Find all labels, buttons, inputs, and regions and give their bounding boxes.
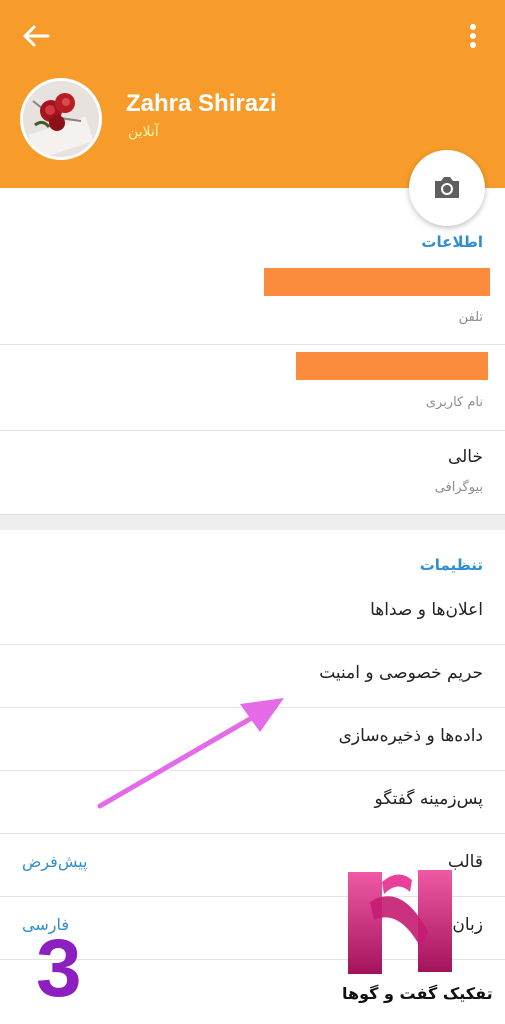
back-button[interactable] [20,22,52,50]
settings-item-label: پس‌زمینه گفتگو [374,789,484,809]
step-number: 3 [36,923,82,1014]
watermark-text: تفکیک گفت و گوها [338,984,497,1003]
settings-item-label: حریم خصوصی و امنیت [319,663,483,683]
section-separator [0,514,505,530]
arrow-left-icon [23,25,50,47]
settings-item-label: اعلان‌ها و صداها [370,600,483,620]
more-vertical-icon [470,24,476,48]
bio-value[interactable]: خالی [448,447,483,467]
username-caption: نام کاربری [425,395,483,410]
divider [0,344,505,345]
phone-caption: تلفن [458,310,483,325]
annotation-arrow-icon [97,698,284,809]
bio-caption: بیوگرافی [434,480,483,495]
profile-name: Zahra Shirazi [126,90,277,117]
settings-item-notifications[interactable]: اعلان‌ها و صداها [0,582,505,644]
avatar[interactable] [20,78,102,160]
online-status: آنلاین [128,124,159,140]
info-section-title: اطلاعات [421,233,483,251]
camera-icon [435,177,459,198]
rose-photo-icon [23,81,99,157]
redacted-phone [264,268,490,296]
settings-section-title: تنظیمات [419,556,483,574]
settings-item-value: پیش‌فرض [22,852,88,871]
more-options-button[interactable] [463,20,483,52]
set-photo-button[interactable] [409,150,485,226]
watermark-logo-icon [348,870,452,974]
divider [0,430,505,431]
settings-item-label: داده‌ها و ذخیره‌سازی [338,726,483,746]
redacted-username [296,352,488,380]
